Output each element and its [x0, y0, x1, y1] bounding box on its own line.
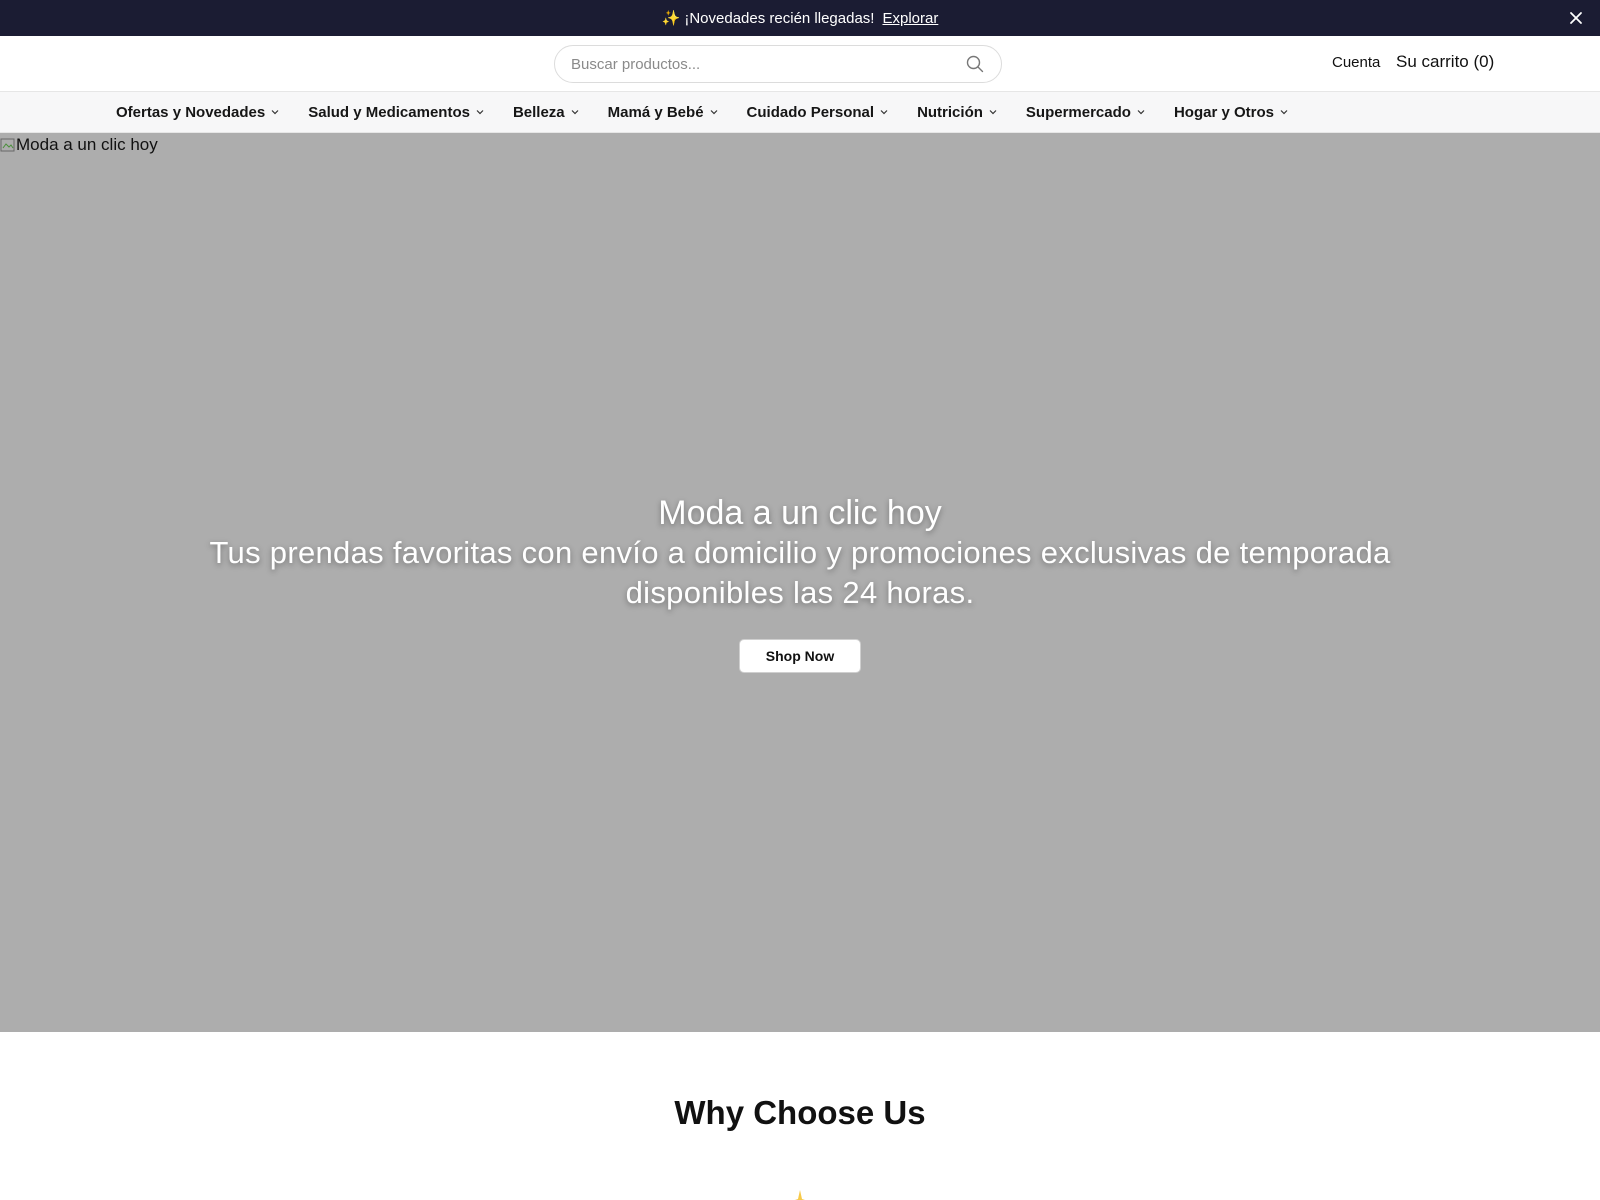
chevron-down-icon	[570, 107, 580, 117]
nav-item-supermercado[interactable]: Supermercado	[1026, 104, 1146, 121]
close-icon[interactable]	[1566, 8, 1586, 28]
hero-title: Moda a un clic hoy	[658, 494, 942, 532]
nav-item-salud[interactable]: Salud y Medicamentos	[308, 104, 485, 121]
search-icon[interactable]	[965, 54, 985, 74]
nav-item-label: Supermercado	[1025, 103, 1131, 121]
nav-item-label: Ofertas y Novedades	[116, 103, 266, 121]
shop-now-button[interactable]: Shop Now	[739, 639, 861, 673]
hero-subtitle: Tus prendas favoritas con envío a domici…	[209, 535, 1391, 610]
nav-item-belleza[interactable]: Belleza	[513, 104, 580, 121]
hero-image-alt-text: Moda a un clic hoy	[16, 135, 158, 154]
hero-image-alt: Moda a un clic hoy	[0, 135, 158, 155]
nav-item-hogar[interactable]: Hogar y Otros	[1174, 104, 1289, 121]
hero-content: Moda a un clic hoy Tus prendas favoritas…	[0, 493, 1600, 673]
announcement-bar: ✨ ¡Novedades recién llegadas! Explorar	[0, 0, 1600, 36]
sparkle-icon	[786, 1188, 814, 1200]
nav-item-nutricion[interactable]: Nutrición	[917, 104, 998, 121]
hero-banner: Moda a un clic hoy Moda a un clic hoy Tu…	[0, 133, 1600, 1032]
broken-image-icon	[0, 137, 16, 153]
chevron-down-icon	[988, 107, 998, 117]
category-nav: Ofertas y Novedades Salud y Medicamentos…	[0, 92, 1600, 133]
nav-item-label: Belleza	[512, 103, 565, 121]
chevron-down-icon	[879, 107, 889, 117]
chevron-down-icon	[475, 107, 485, 117]
nav-item-label: Hogar y Otros	[1173, 103, 1274, 121]
explore-link[interactable]: Explorar	[882, 10, 938, 27]
nav-item-label: Salud y Medicamentos	[308, 103, 470, 121]
chevron-down-icon	[1279, 107, 1289, 117]
nav-item-ofertas[interactable]: Ofertas y Novedades	[116, 104, 280, 121]
nav-item-label: Nutrición	[917, 103, 983, 121]
why-choose-us-title: Why Choose Us	[674, 1094, 926, 1131]
site-header: Cuenta Su carrito (0)	[0, 36, 1600, 92]
nav-item-label: Cuidado Personal	[746, 103, 875, 121]
nav-item-label: Mamá y Bebé	[607, 103, 704, 121]
chevron-down-icon	[1136, 107, 1146, 117]
search-input[interactable]	[571, 55, 965, 73]
chevron-down-icon	[709, 107, 719, 117]
nav-item-cuidado-personal[interactable]: Cuidado Personal	[747, 104, 890, 121]
announcement-text: ¡Novedades recién llegadas!	[684, 9, 875, 27]
search-bar	[554, 45, 1002, 83]
chevron-down-icon	[270, 107, 280, 117]
nav-item-mama-bebe[interactable]: Mamá y Bebé	[608, 104, 719, 121]
sparkle-icon: ✨	[661, 10, 681, 27]
cart-link[interactable]: Su carrito (0)	[1396, 52, 1494, 72]
account-link[interactable]: Cuenta	[1332, 54, 1380, 71]
